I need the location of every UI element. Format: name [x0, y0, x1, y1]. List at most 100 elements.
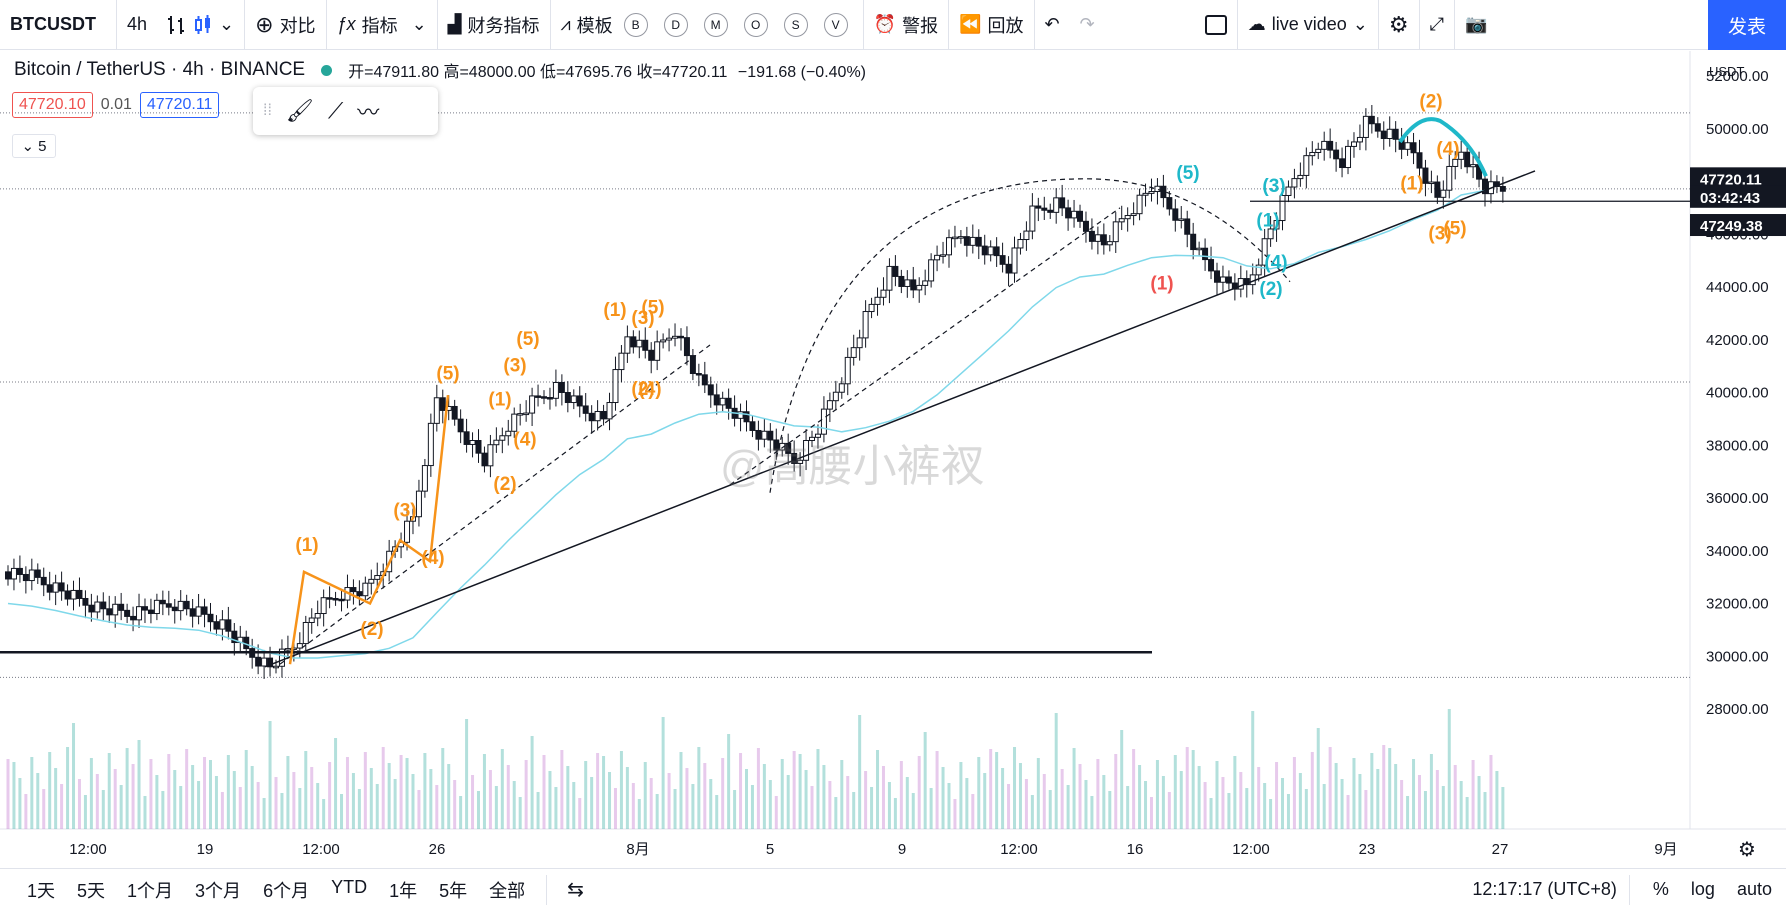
chevron-down-icon: ⌄	[219, 14, 235, 34]
price-chart[interactable]: USDT28000.0030000.0032000.0034000.003600…	[0, 51, 1786, 868]
candle-body	[910, 279, 917, 291]
candle-body	[1005, 263, 1012, 274]
templates-icon: ⩘	[560, 14, 571, 34]
candle-body	[987, 246, 994, 256]
wave-label: (4)	[1264, 253, 1287, 274]
sell-price-box[interactable]: 47720.10	[12, 92, 93, 118]
range-button[interactable]: 6个月	[252, 877, 320, 903]
volume-bar	[941, 767, 945, 829]
volume-bar	[905, 777, 909, 829]
volume-bar	[756, 748, 760, 829]
buy-price-box[interactable]: 47720.11	[139, 92, 220, 118]
volume-bar	[709, 779, 713, 829]
volume-bar	[423, 753, 427, 829]
replay-button[interactable]: ⏪ 回放	[949, 0, 1033, 50]
range-button[interactable]: 5年	[428, 877, 478, 903]
letter-s-button[interactable]: S	[783, 12, 808, 37]
candle-body	[856, 337, 863, 349]
candle-body	[624, 336, 631, 354]
financials-label: 财务指标	[467, 15, 540, 36]
candle-body	[1071, 210, 1078, 219]
volume-bar	[6, 759, 10, 829]
candle-body	[505, 430, 512, 437]
candle-body	[195, 606, 202, 617]
wave-label: (1)	[1256, 210, 1279, 231]
volume-bar	[1388, 748, 1392, 829]
indicators-button[interactable]: ƒx 指标 ⌄	[327, 0, 437, 50]
wave-label: (5)	[1443, 218, 1466, 239]
auto-toggle[interactable]: auto	[1726, 879, 1786, 900]
brush-icon[interactable]: 🖌	[286, 98, 314, 124]
quote-boxes: 47720.10 0.01 47720.11	[12, 92, 220, 118]
volume-bar	[375, 784, 379, 829]
candle-body	[1362, 115, 1369, 138]
compare-button[interactable]: ⊕ 对比	[245, 0, 325, 50]
letter-b-button[interactable]: B	[623, 12, 648, 37]
alert-button[interactable]: ⏰ 警报	[864, 0, 948, 50]
candle-body	[1202, 247, 1209, 261]
candle-body	[40, 576, 47, 586]
symbol-search[interactable]: BTCUSDT	[0, 0, 116, 50]
drag-handle-icon[interactable]: ⁞⁞	[263, 102, 272, 120]
range-button[interactable]: 3个月	[184, 877, 252, 903]
financials-button[interactable]: ▟ 财务指标	[438, 0, 550, 50]
range-button[interactable]: YTD	[320, 877, 378, 903]
volume-bar	[1066, 785, 1070, 829]
volume-bar	[917, 756, 921, 829]
volume-bar	[113, 769, 117, 829]
date-range-icon[interactable]: ⇆	[557, 877, 594, 902]
volume-bar	[310, 767, 314, 829]
templates-button[interactable]: ⩘ 模板 BDMOSV	[551, 0, 863, 50]
candle-body	[517, 413, 524, 416]
volume-bar	[494, 786, 498, 829]
letter-v-button[interactable]: V	[823, 12, 848, 37]
wave-label: (5)	[641, 297, 664, 318]
range-button[interactable]: 1天	[16, 877, 66, 903]
range-button[interactable]: 5天	[66, 877, 116, 903]
layout-toggle-button[interactable]	[1195, 0, 1237, 50]
candle-body	[934, 254, 941, 261]
candle-body	[1142, 192, 1149, 196]
candle-body	[159, 599, 166, 605]
volume-bar	[661, 717, 665, 829]
volume-bar	[1358, 774, 1362, 829]
volume-bar	[1471, 760, 1475, 829]
settings-button[interactable]: ⚙	[1379, 0, 1419, 50]
volume-bar	[828, 781, 832, 829]
chart-type-button[interactable]: ⌄	[157, 0, 244, 50]
publish-button[interactable]: 发表	[1708, 0, 1786, 50]
candle-body	[58, 582, 65, 592]
candle-body	[308, 617, 315, 623]
redo-button[interactable]: ↷	[1070, 0, 1105, 50]
fullscreen-button[interactable]: ⤢	[1420, 0, 1454, 50]
candle-body	[1350, 141, 1357, 147]
letter-d-button[interactable]: D	[663, 12, 688, 37]
volume-bar	[214, 776, 218, 829]
volume-bar	[1263, 783, 1267, 829]
interval-button[interactable]: 4h	[117, 0, 157, 50]
letter-o-button[interactable]: O	[743, 12, 768, 37]
collapse-indicators-button[interactable]: ⌄ 5	[12, 134, 56, 158]
candle-body	[1172, 208, 1179, 221]
range-button[interactable]: 1年	[378, 877, 428, 903]
undo-icon: ↶	[1044, 14, 1060, 34]
legend-title[interactable]: Bitcoin / TetherUS · 4h · BINANCE	[14, 59, 305, 81]
time-tick-label: 16	[1127, 841, 1144, 858]
log-toggle[interactable]: log	[1680, 879, 1726, 900]
path-icon[interactable]: 〰	[357, 95, 379, 127]
percent-toggle[interactable]: %	[1642, 879, 1680, 900]
candle-body	[940, 254, 947, 257]
volume-bar	[143, 796, 147, 829]
undo-button[interactable]: ↶	[1035, 0, 1070, 50]
layout-menu-button[interactable]: ☁ live video ⌄	[1238, 0, 1378, 50]
wave-label: (3)	[503, 355, 526, 376]
trend-line-icon[interactable]: ⟋	[328, 98, 343, 124]
range-button[interactable]: 1个月	[116, 877, 184, 903]
volume-bar	[733, 790, 737, 829]
snapshot-button[interactable]: 📷	[1455, 0, 1497, 50]
candle-body	[76, 589, 83, 599]
candle-body	[707, 384, 714, 396]
range-button[interactable]: 全部	[478, 877, 536, 903]
letter-m-button[interactable]: M	[703, 12, 728, 37]
candle-body	[791, 452, 798, 464]
